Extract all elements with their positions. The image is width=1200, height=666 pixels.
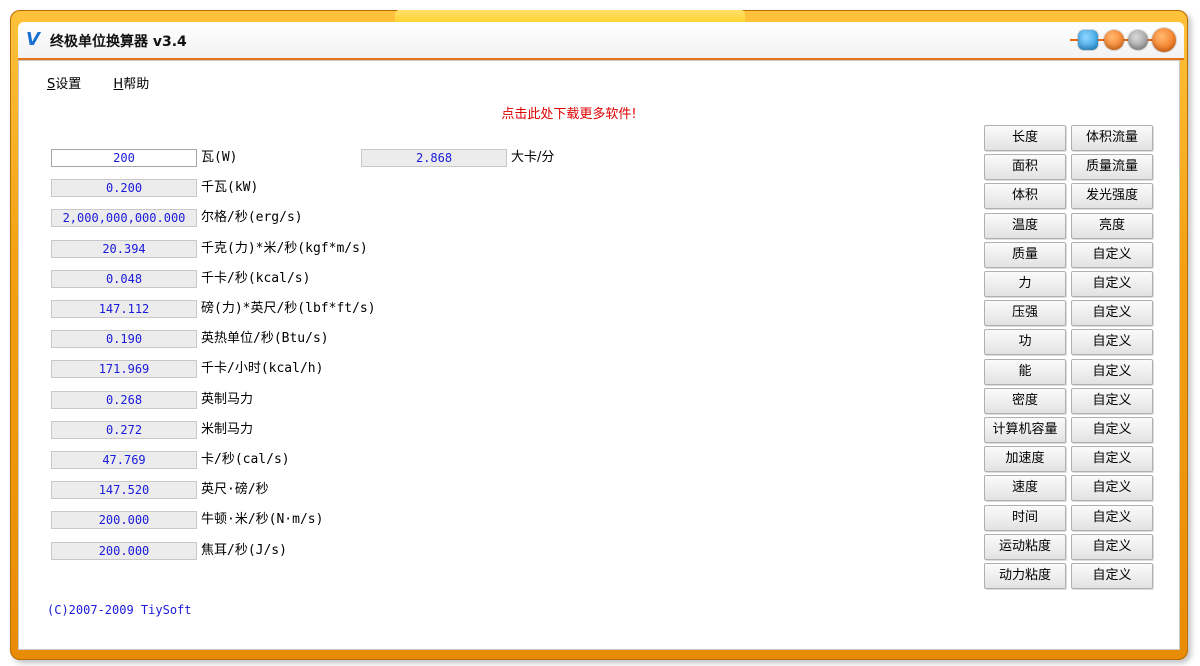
category-button[interactable]: 能 <box>984 358 1066 385</box>
category-button[interactable]: 自定义 <box>1071 300 1153 327</box>
category-button[interactable]: 时间 <box>984 504 1066 531</box>
value-field[interactable]: 0.200 <box>51 179 197 198</box>
category-button[interactable]: 动力粘度 <box>984 563 1066 589</box>
category-button[interactable]: 自定义 <box>1071 358 1153 385</box>
value-field[interactable]: 147.520 <box>51 481 197 500</box>
promo-link-row: 点击此处下载更多软件! <box>19 103 1200 122</box>
unit-label: 千卡/小时(kcal/h) <box>201 361 324 377</box>
unit-label: 千卡/秒(kcal/s) <box>201 270 311 286</box>
value-field[interactable]: 147.112 <box>51 300 197 318</box>
unit-label: 牛顿·米/秒(N·m/s) <box>201 512 324 528</box>
result-field[interactable]: 2.868 <box>361 149 507 167</box>
value-field[interactable]: 2,000,000,000.000 <box>51 209 197 228</box>
unit-label: 磅(力)*英尺/秒(lbf*ft/s) <box>201 301 376 316</box>
maximize-button[interactable] <box>1128 30 1148 50</box>
category-button[interactable]: 面积 <box>984 154 1066 181</box>
value-field[interactable]: 20.394 <box>51 239 197 258</box>
unit-label: 卡/秒(cal/s) <box>201 452 290 467</box>
unit-label: 焦耳/秒(J/s) <box>201 542 287 558</box>
value-field[interactable]: 200.000 <box>51 541 197 560</box>
pin-icon[interactable] <box>1078 30 1098 50</box>
promo-link[interactable]: 点击此处下载更多软件! <box>501 107 636 122</box>
value-field[interactable]: 171.969 <box>51 360 197 379</box>
category-button[interactable]: 体积 <box>984 183 1066 210</box>
category-button[interactable]: 自定义 <box>1071 387 1153 414</box>
category-button[interactable]: 功 <box>984 329 1066 356</box>
category-button[interactable]: 自定义 <box>1071 563 1153 589</box>
app-logo-icon: V <box>26 29 40 50</box>
category-button[interactable]: 自定义 <box>1071 504 1153 531</box>
copyright: (C)2007-2009 TiySoft <box>47 603 192 617</box>
result-unit: 大卡/分 <box>511 150 555 165</box>
close-button[interactable] <box>1152 28 1176 52</box>
value-field[interactable]: 0.272 <box>51 420 197 439</box>
unit-label: 英制马力 <box>201 391 254 407</box>
category-button[interactable]: 自定义 <box>1071 475 1153 502</box>
unit-label: 千瓦(kW) <box>201 180 259 196</box>
category-button[interactable]: 自定义 <box>1071 417 1153 443</box>
category-button[interactable]: 自定义 <box>1071 329 1153 356</box>
category-button[interactable]: 自定义 <box>1071 533 1153 560</box>
unit-label: 米制马力 <box>201 421 254 437</box>
unit-label: 尔格/秒(erg/s) <box>201 210 303 226</box>
value-field[interactable]: 0.048 <box>51 269 197 288</box>
title-bar[interactable]: V 终极单位换算器 v3.4 <box>18 22 1184 60</box>
category-button[interactable]: 密度 <box>984 387 1066 414</box>
unit-label: 瓦(W) <box>201 150 238 165</box>
value-field[interactable]: 47.769 <box>51 451 197 469</box>
category-button[interactable]: 运动粘度 <box>984 533 1066 560</box>
category-button[interactable]: 计算机容量 <box>984 417 1066 443</box>
menu-settings[interactable]: S设置 <box>47 73 81 92</box>
category-button[interactable]: 压强 <box>984 300 1066 327</box>
value-field[interactable]: 0.190 <box>51 330 197 349</box>
menu-help[interactable]: H帮助 <box>113 73 149 92</box>
category-button[interactable]: 速度 <box>984 475 1066 502</box>
main-panel: S设置 H帮助 点击此处下载更多软件! 200 瓦(W) 0.200 千瓦(kW) 2,… <box>18 60 1180 650</box>
value-field[interactable]: 0.268 <box>51 390 197 409</box>
unit-label: 千克(力)*米/秒(kgf*m/s) <box>201 240 368 256</box>
category-button[interactable]: 力 <box>984 271 1066 297</box>
minimize-button[interactable] <box>1104 30 1124 50</box>
category-button[interactable]: 质量 <box>984 241 1066 268</box>
window-title: 终极单位换算器 v3.4 <box>50 34 187 50</box>
category-button[interactable]: 长度 <box>984 125 1066 151</box>
value-field[interactable]: 200 <box>51 149 197 167</box>
category-button[interactable]: 质量流量 <box>1071 154 1153 181</box>
category-button[interactable]: 亮度 <box>1071 212 1153 239</box>
category-button[interactable]: 发光强度 <box>1071 183 1153 210</box>
category-button[interactable]: 温度 <box>984 212 1066 239</box>
category-button[interactable]: 自定义 <box>1071 241 1153 268</box>
unit-label: 英热单位/秒(Btu/s) <box>201 331 329 347</box>
category-button[interactable]: 自定义 <box>1071 446 1153 473</box>
category-button[interactable]: 自定义 <box>1071 271 1153 297</box>
category-button[interactable]: 加速度 <box>984 446 1066 473</box>
value-field[interactable]: 200.000 <box>51 511 197 530</box>
unit-label: 英尺·磅/秒 <box>201 482 269 498</box>
menu-bar: S设置 H帮助 <box>47 73 177 92</box>
category-button[interactable]: 体积流量 <box>1071 125 1153 151</box>
